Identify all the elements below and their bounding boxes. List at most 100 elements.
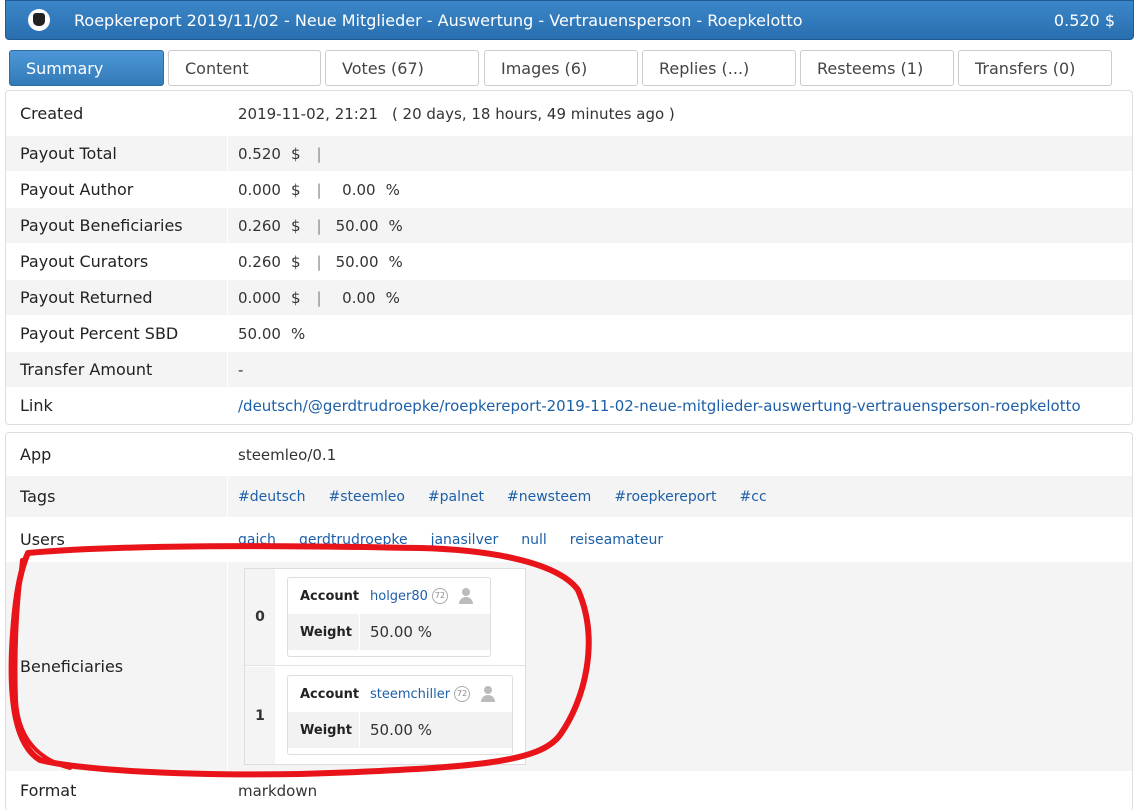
post-title: Roepkereport 2019/11/02 - Neue Mitgliede… [74,10,803,30]
account-label: Account [288,578,360,614]
percent-unit: % [385,288,400,307]
percent-unit: % [388,252,403,271]
tab-votes[interactable]: Votes (67) [325,50,479,86]
tab-images[interactable]: Images (6) [484,50,638,86]
format-row: Format markdown [6,771,1132,809]
user-link[interactable]: reiseamateur [570,532,663,548]
payout-percent-sbd-value: 50.00 [238,324,281,343]
tag-link[interactable]: #deutsch [238,489,305,505]
beneficiaries-table: 0 Account holger80 72 Weight 50.00 % 1 A… [244,568,526,765]
users-row: Users gaich gerdtrudroepke janasilver nu… [6,517,1132,561]
transfer-amount-row: Transfer Amount - [6,351,1132,387]
user-link[interactable]: janasilver [431,532,499,548]
tab-content[interactable]: Content [168,50,321,86]
weight-row: Weight 50.00 % [288,614,490,650]
transfer-amount-value: - [238,360,244,379]
tab-resteems[interactable]: Resteems (1) [800,50,954,86]
steemworld-logo-icon [28,9,50,31]
account-label: Account [288,676,360,712]
tag-link[interactable]: #newsteem [507,489,591,505]
user-profile-icon[interactable] [458,588,474,604]
tag-link[interactable]: #steemleo [328,489,404,505]
divider: | [316,252,322,271]
beneficiary-account-link[interactable]: holger80 [370,589,428,604]
payout-beneficiaries-value: 0.260 [238,216,281,235]
created-ago: ( 20 days, 18 hours, 49 minutes ago ) [391,104,675,123]
beneficiary-entry: 1 Account steemchiller 72 Weight 50.00 % [245,667,525,764]
payout-total-label: Payout Total [6,136,228,171]
reputation-badge: 72 [454,686,471,702]
tag-link[interactable]: #roepkereport [614,489,716,505]
divider: | [316,216,322,235]
weight-label: Weight [288,712,360,748]
post-title-bar: Roepkereport 2019/11/02 - Neue Mitgliede… [5,0,1134,40]
tags-label: Tags [6,476,228,517]
payout-beneficiaries-unit: $ [290,216,301,235]
account-row: Account holger80 72 [288,578,490,614]
reputation-badge: 72 [431,588,448,604]
summary-panel: Created 2019-11-02, 21:21 ( 20 days, 18 … [5,90,1133,425]
beneficiaries-label: Beneficiaries [6,562,228,771]
payout-beneficiaries-percent: 50.00 [335,216,379,235]
payout-author-percent: 0.00 [342,180,376,199]
created-date: 2019-11-02, 21:21 [238,104,378,123]
payout-beneficiaries-label: Payout Beneficiaries [6,208,228,243]
beneficiary-entry: 0 Account holger80 72 Weight 50.00 % [245,569,525,666]
divider: | [316,180,322,199]
tags-row: Tags #deutsch #steemleo #palnet #newstee… [6,475,1132,517]
tag-link[interactable]: #cc [740,489,767,505]
meta-panel: App steemleo/0.1 Tags #deutsch #steemleo… [5,432,1133,811]
beneficiary-index: 1 [245,667,275,764]
user-link[interactable]: gaich [238,532,276,548]
divider: | [316,144,322,163]
beneficiary-weight: 50.00 % [370,623,432,641]
weight-label: Weight [288,614,360,650]
post-link[interactable]: /deutsch/@gerdtrudroepke/roepkereport-20… [238,397,1081,415]
tab-transfers[interactable]: Transfers (0) [958,50,1112,86]
weight-row: Weight 50.00 % [288,712,512,748]
payout-curators-unit: $ [290,252,301,271]
tab-replies[interactable]: Replies (...) [642,50,796,86]
app-value: steemleo/0.1 [238,445,337,464]
payout-author-value: 0.000 [238,180,281,199]
beneficiaries-row: Beneficiaries 0 Account holger80 72 Weig… [6,561,1132,771]
tag-link[interactable]: #palnet [428,489,484,505]
payout-percent-sbd-row: Payout Percent SBD 50.00 % [6,315,1132,351]
user-link[interactable]: gerdtrudroepke [299,532,408,548]
beneficiary-card: Account holger80 72 Weight 50.00 % [287,577,491,657]
payout-percent-sbd-label: Payout Percent SBD [6,316,228,351]
beneficiary-account-link[interactable]: steemchiller [370,687,450,702]
payout-total-value: 0.520 [238,144,281,163]
payout-curators-row: Payout Curators 0.260 $ | 50.00 % [6,243,1132,279]
percent-unit: % [388,216,403,235]
payout-curators-value: 0.260 [238,252,281,271]
divider: | [316,288,322,307]
payout-returned-value: 0.000 [238,288,281,307]
payout-returned-label: Payout Returned [6,280,228,315]
format-label: Format [6,772,228,809]
payout-total-row: Payout Total 0.520 $ | [6,135,1132,171]
format-value: markdown [238,781,318,800]
app-label: App [6,434,228,475]
payout-curators-label: Payout Curators [6,244,228,279]
created-row: Created 2019-11-02, 21:21 ( 20 days, 18 … [6,91,1132,135]
payout-returned-row: Payout Returned 0.000 $ | 0.00 % [6,279,1132,315]
payout-returned-unit: $ [290,288,301,307]
payout-author-label: Payout Author [6,172,228,207]
payout-author-unit: $ [290,180,301,199]
post-payout-amount: 0.520 $ [1053,10,1115,30]
beneficiary-weight: 50.00 % [370,721,432,739]
created-label: Created [6,92,228,135]
account-row: Account steemchiller 72 [288,676,512,712]
tab-summary[interactable]: Summary [9,50,164,86]
user-profile-icon[interactable] [480,686,496,702]
payout-total-unit: $ [290,144,301,163]
payout-beneficiaries-row: Payout Beneficiaries 0.260 $ | 50.00 % [6,207,1132,243]
user-link[interactable]: null [521,532,547,548]
payout-curators-percent: 50.00 [335,252,379,271]
percent-unit: % [290,324,306,343]
link-label: Link [6,388,228,423]
percent-unit: % [385,180,400,199]
link-row: Link /deutsch/@gerdtrudroepke/roepkerepo… [6,387,1132,423]
transfer-amount-label: Transfer Amount [6,352,228,387]
